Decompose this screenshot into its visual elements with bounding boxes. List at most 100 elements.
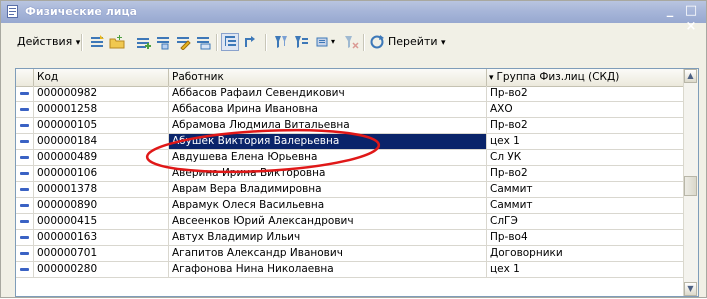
cell-group: Пр-во2 [487, 86, 684, 101]
cell-worker: Аббасова Ирина Ивановна [169, 102, 487, 117]
filter-icon[interactable] [273, 34, 289, 50]
cell-code: 000000106 [34, 166, 169, 181]
row-marker-icon [16, 134, 34, 149]
hierarchy-icon[interactable] [242, 34, 258, 50]
delete-icon[interactable] [195, 34, 211, 50]
persons-table[interactable]: Код Работник ▾ Группа Физ.лиц (СКД) 00000… [15, 68, 699, 297]
cell-code: 000001258 [34, 102, 169, 117]
toolbar-separator [81, 34, 83, 51]
cell-code: 000000184 [34, 134, 169, 149]
cell-group: Пр-во2 [487, 118, 684, 133]
tree-icon[interactable] [221, 33, 239, 51]
column-header-group[interactable]: ▾ Группа Физ.лиц (СКД) [487, 69, 684, 86]
scroll-up-button[interactable]: ▲ [684, 69, 697, 83]
cell-group: Пр-во4 [487, 230, 684, 245]
toolbar-separator [265, 34, 267, 51]
cell-worker: Аврамук Олеся Васильевна [169, 198, 487, 213]
cell-worker: Авдушева Елена Юрьевна [169, 150, 487, 165]
cell-code: 000001378 [34, 182, 169, 197]
cell-worker: Автух Владимир Ильич [169, 230, 487, 245]
cell-group: Договорники [487, 246, 684, 261]
table-row[interactable]: 000000280 Агафонова Нина Николаевна цех 1 [16, 262, 684, 278]
copy-icon[interactable] [155, 34, 171, 50]
cell-code: 000000163 [34, 230, 169, 245]
cell-code: 000000982 [34, 86, 169, 101]
table-row[interactable]: 000001258 Аббасова Ирина Ивановна АХО [16, 102, 684, 118]
toolbar-separator [363, 34, 365, 51]
window-title: Физические лица [25, 5, 138, 18]
cell-worker: Абрамова Людмила Витальевна [169, 118, 487, 133]
table-row[interactable]: 000000701 Агапитов Александр Иванович Дого… [16, 246, 684, 262]
sort-indicator-icon: ▾ [489, 73, 494, 83]
cell-code: 000000890 [34, 198, 169, 213]
row-marker-icon [16, 86, 34, 101]
refresh-icon[interactable] [369, 34, 385, 50]
table-row[interactable]: 000000184 Абушек Виктория Валерьевна цех 1 [16, 134, 684, 150]
column-header-worker[interactable]: Работник [169, 69, 487, 86]
table-row[interactable]: 000000105 Абрамова Людмила Витальевна Пр-в… [16, 118, 684, 134]
cell-worker: Авсеенков Юрий Александрович [169, 214, 487, 229]
cell-code: 000000489 [34, 150, 169, 165]
vertical-scrollbar[interactable]: ▲ ▼ [683, 69, 698, 296]
table-row[interactable]: 000000163 Автух Владимир Ильич Пр-во4 [16, 230, 684, 246]
goto-label: Перейти [388, 35, 438, 48]
row-marker-icon [16, 262, 34, 277]
add-icon[interactable] [135, 34, 151, 50]
actions-menu-button[interactable]: Действия ▾ [17, 31, 80, 53]
edit-icon[interactable] [175, 34, 191, 50]
cell-group: Саммит [487, 182, 684, 197]
cell-group: Пр-во2 [487, 166, 684, 181]
table-row[interactable]: 000000982 Аббасов Рафаил Севендикович Пр-в… [16, 86, 684, 102]
toolbar: Действия ▾ ▾ Перейти ▾ [13, 31, 633, 55]
chevron-down-icon: ▾ [441, 38, 446, 48]
row-marker-icon [16, 150, 34, 165]
toolbar-separator [216, 34, 218, 51]
cell-worker: Аверина Ирина Викторовна [169, 166, 487, 181]
table-row[interactable]: 000000489 Авдушева Елена Юрьевна Сл УК [16, 150, 684, 166]
window: Физические лица _ □ × Действия ▾ ▾ Перей… [0, 0, 707, 298]
chevron-down-icon: ▾ [75, 38, 81, 48]
list-icon[interactable] [89, 34, 105, 50]
cell-code: 000000105 [34, 118, 169, 133]
table-row[interactable]: 000000890 Аврамук Олеся Васильевна Саммит [16, 198, 684, 214]
row-marker-icon [16, 182, 34, 197]
row-marker-icon [16, 166, 34, 181]
cell-group: Сл УК [487, 150, 684, 165]
cell-group: АХО [487, 102, 684, 117]
cell-worker: Агафонова Нина Николаевна [169, 262, 487, 277]
table-header: Код Работник ▾ Группа Физ.лиц (СКД) [16, 69, 684, 87]
table-row[interactable]: 000000106 Аверина Ирина Викторовна Пр-во2 [16, 166, 684, 182]
cell-code: 000000280 [34, 262, 169, 277]
cell-group: СлГЭ [487, 214, 684, 229]
chevron-down-icon[interactable]: ▾ [331, 37, 335, 46]
header-marker-cell [16, 69, 34, 86]
row-marker-icon [16, 118, 34, 133]
table-row[interactable]: 000000415 Авсеенков Юрий Александрович СлГ… [16, 214, 684, 230]
clear-filter-icon[interactable] [343, 34, 359, 50]
actions-label: Действия [17, 35, 73, 48]
scroll-thumb[interactable] [684, 176, 697, 196]
filter-list-icon[interactable] [293, 34, 309, 50]
cell-worker: Аврам Вера Владимировна [169, 182, 487, 197]
cell-worker: Абушек Виктория Валерьевна [169, 134, 487, 149]
row-marker-icon [16, 214, 34, 229]
column-header-group-label: Группа Физ.лиц (СКД) [496, 71, 620, 83]
row-marker-icon [16, 198, 34, 213]
minimize-button[interactable]: _ [662, 3, 678, 19]
cell-group: цех 1 [487, 134, 684, 149]
maximize-close-buttons[interactable]: □ × [678, 3, 704, 34]
cell-worker: Аббасов Рафаил Севендикович [169, 86, 487, 101]
table-row[interactable]: 000001378 Аврам Вера Владимировна Саммит [16, 182, 684, 198]
cell-group: цех 1 [487, 262, 684, 277]
cell-code: 000000415 [34, 214, 169, 229]
cell-worker: Агапитов Александр Иванович [169, 246, 487, 261]
row-marker-icon [16, 230, 34, 245]
add-folder-icon[interactable] [109, 34, 125, 50]
cell-group: Саммит [487, 198, 684, 213]
title-bar[interactable]: Физические лица _ □ × [1, 1, 706, 34]
goto-menu-button[interactable]: Перейти ▾ [388, 31, 446, 53]
column-header-code[interactable]: Код [34, 69, 169, 86]
print-icon[interactable] [315, 34, 331, 50]
document-icon [7, 5, 18, 18]
scroll-down-button[interactable]: ▼ [684, 282, 697, 296]
